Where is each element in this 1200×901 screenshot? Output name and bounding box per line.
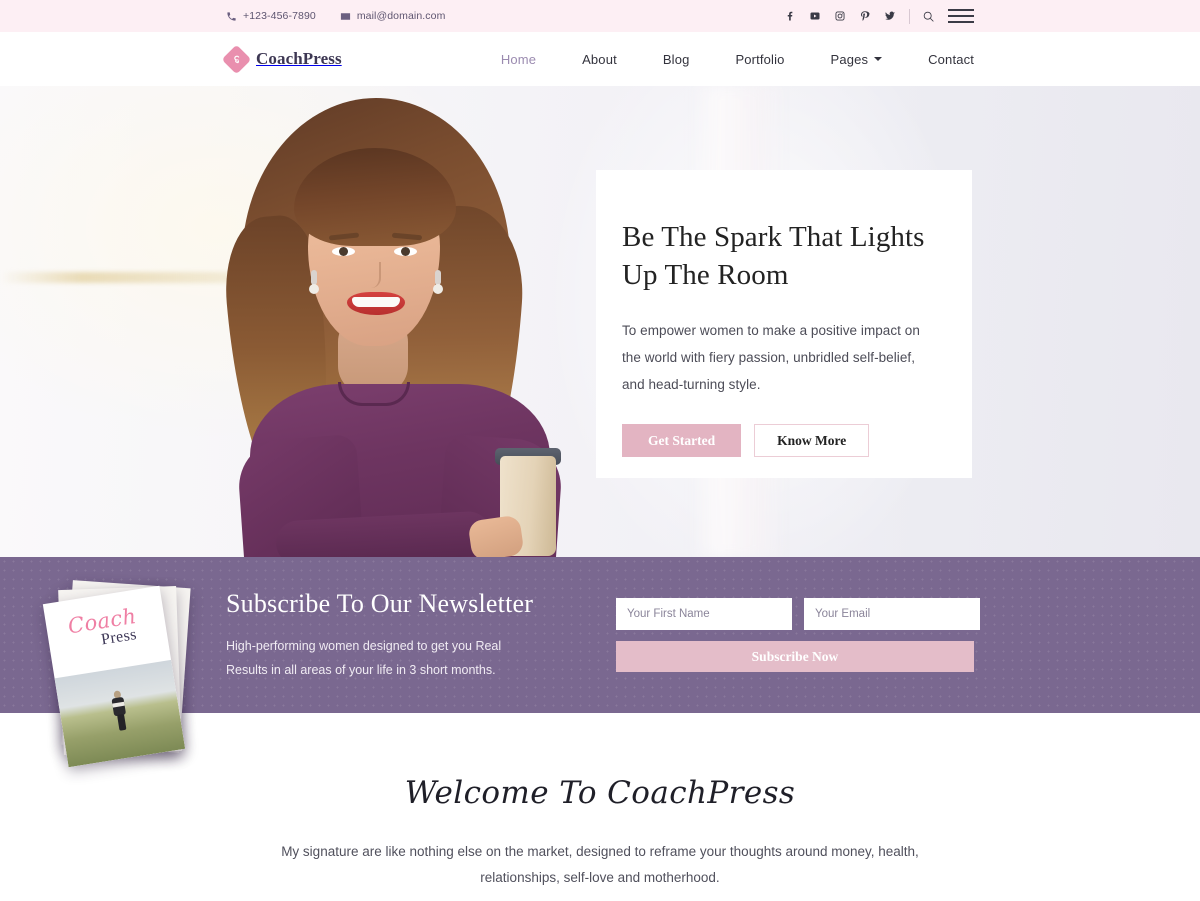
nav-label: Pages [830, 51, 869, 67]
coachpress-diamond-logo-icon [221, 44, 252, 74]
nav-item-portfolio[interactable]: Portfolio [712, 32, 807, 86]
newsletter-form: Subscribe Now [616, 598, 980, 672]
chevron-down-icon [874, 57, 883, 61]
subscribe-now-button[interactable]: Subscribe Now [616, 641, 974, 672]
page-root: +123-456-7890 mail@domain.com CoachPress… [0, 0, 1200, 901]
top-bar-actions [777, 0, 974, 32]
hero-photo [180, 86, 600, 557]
nav-label: About [582, 51, 617, 67]
welcome-heading: Welcome To CoachPress [404, 775, 796, 811]
phone-icon [226, 11, 237, 22]
hero-section: Be The Spark That Lights Up The Room To … [0, 86, 1200, 557]
nav-item-pages[interactable]: Pages [808, 32, 906, 86]
divider [909, 8, 910, 24]
email-address: mail@domain.com [356, 10, 446, 22]
nav-item-home[interactable]: Home [478, 32, 559, 86]
instagram-icon[interactable] [827, 0, 852, 32]
nav-label: Portfolio [735, 51, 785, 67]
nav-item-blog[interactable]: Blog [640, 32, 713, 86]
site-header: CoachPress Home About Blog Portfolio Pag… [0, 32, 1200, 86]
newsletter-heading: Subscribe To Our Newsletter [226, 588, 534, 618]
top-bar-contact-group: +123-456-7890 mail@domain.com [226, 10, 445, 22]
nav-label: Contact [928, 51, 974, 67]
newsletter-paragraph: High-performing women designed to get yo… [226, 638, 502, 677]
main-navigation: Home About Blog Portfolio Pages Contact [478, 32, 974, 86]
get-started-button[interactable]: Get Started [622, 424, 742, 457]
know-more-button[interactable]: Know More [754, 424, 870, 457]
pinterest-icon[interactable] [852, 0, 877, 32]
hamburger-menu-icon[interactable] [948, 0, 974, 32]
nav-item-about[interactable]: About [559, 32, 640, 86]
newsletter-content: Subscribe To Our Newsletter High-perform… [0, 557, 1200, 713]
search-icon[interactable] [917, 0, 939, 32]
nav-label: Home [500, 51, 537, 67]
newsletter-copy: Subscribe To Our Newsletter High-perform… [226, 589, 542, 682]
hero-button-group: Get Started Know More [622, 424, 928, 457]
youtube-icon[interactable] [802, 0, 827, 32]
first-name-input[interactable] [616, 598, 792, 630]
top-bar: +123-456-7890 mail@domain.com [0, 0, 1200, 32]
email-input[interactable] [804, 598, 980, 630]
envelope-icon [340, 11, 351, 22]
nav-item-contact[interactable]: Contact [905, 32, 974, 86]
facebook-icon[interactable] [777, 0, 802, 32]
nav-label: Blog [662, 51, 690, 67]
logo-text: CoachPress [256, 49, 342, 68]
hero-text-card: Be The Spark That Lights Up The Room To … [596, 170, 972, 478]
newsletter-input-row [616, 598, 980, 630]
hero-heading: Be The Spark That Lights Up The Room [622, 221, 925, 291]
email-contact[interactable]: mail@domain.com [340, 10, 446, 22]
hero-paragraph: To empower women to make a positive impa… [622, 323, 920, 392]
welcome-paragraph: My signature are like nothing else on th… [281, 844, 919, 885]
site-logo[interactable]: CoachPress [221, 44, 342, 74]
twitter-icon[interactable] [877, 0, 902, 32]
newsletter-section: Coach Press Subscribe To Our Newsletter … [0, 557, 1200, 768]
phone-number: +123-456-7890 [243, 10, 316, 22]
phone-contact[interactable]: +123-456-7890 [226, 10, 316, 22]
